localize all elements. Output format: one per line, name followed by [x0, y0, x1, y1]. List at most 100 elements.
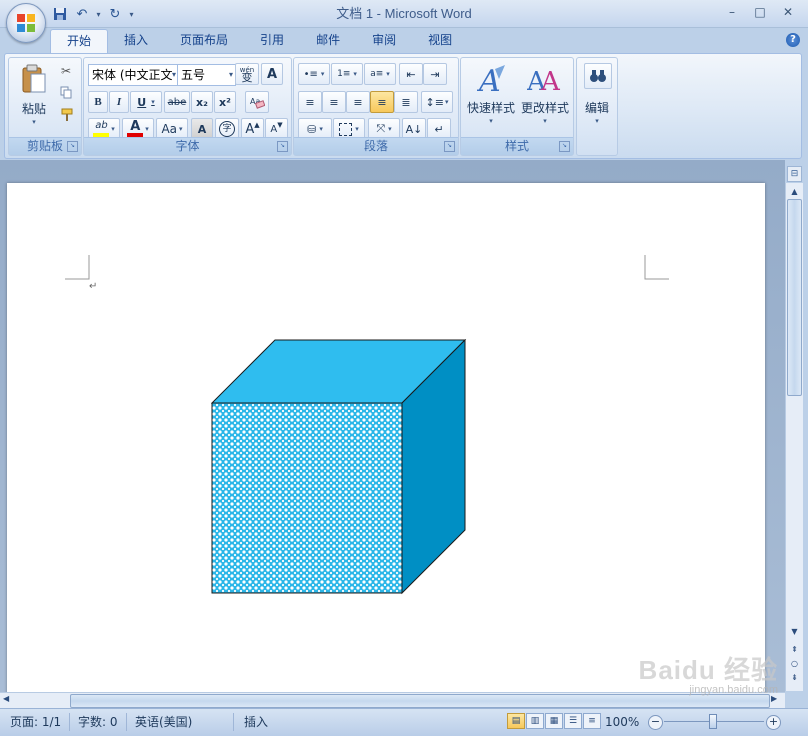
- page-count[interactable]: 页面: 1/1: [2, 713, 71, 731]
- word-count[interactable]: 字数: 0: [70, 713, 127, 731]
- scroll-up-icon[interactable]: ▲: [787, 185, 802, 199]
- font-size-combo[interactable]: 五号 ▾: [177, 64, 236, 86]
- insert-mode-indicator[interactable]: 插入: [236, 713, 282, 731]
- office-logo-icon: [17, 14, 35, 32]
- phonetic-guide-button[interactable]: wén 变: [235, 63, 259, 85]
- tab-mailings[interactable]: 邮件: [300, 29, 356, 52]
- tab-view[interactable]: 视图: [412, 29, 468, 52]
- clipboard-group: 粘贴 ▾ ✂ 剪贴板 ↘: [8, 57, 82, 156]
- vertical-scroll-thumb[interactable]: [787, 199, 802, 396]
- align-right-icon[interactable]: ≡: [346, 91, 370, 113]
- borders-icon: [339, 122, 353, 136]
- styles-launcher-icon[interactable]: ↘: [559, 141, 570, 152]
- full-screen-reading-view-icon[interactable]: ▥: [526, 713, 544, 729]
- horizontal-scroll-thumb[interactable]: [70, 694, 770, 708]
- help-icon[interactable]: ?: [786, 33, 800, 47]
- outline-view-icon[interactable]: ☰: [564, 713, 582, 729]
- strikethrough-button[interactable]: abe: [164, 91, 190, 113]
- margin-corner-top-right: [644, 255, 669, 280]
- paragraph-launcher-icon[interactable]: ↘: [444, 141, 455, 152]
- next-page-icon[interactable]: ⇟: [787, 671, 802, 685]
- line-spacing-icon: ↕≡: [425, 95, 444, 109]
- scroll-left-icon[interactable]: ◀: [3, 694, 9, 703]
- zoom-out-icon[interactable]: −: [648, 715, 663, 730]
- copy-icon[interactable]: [60, 86, 72, 99]
- font-group-label: 字体: [84, 137, 291, 155]
- svg-text:A: A: [540, 67, 561, 95]
- font-name-combo[interactable]: 宋体 (中文正文 ▾: [88, 64, 179, 86]
- document-page[interactable]: ↵: [7, 183, 765, 703]
- cube-shape[interactable]: [211, 339, 469, 597]
- clipboard-icon: [22, 64, 46, 93]
- margin-corner-top-left: [65, 255, 90, 280]
- web-layout-view-icon[interactable]: ▦: [545, 713, 563, 729]
- enclose-text: 字: [219, 121, 235, 137]
- close-button[interactable]: ✕: [774, 2, 802, 22]
- office-button[interactable]: [6, 3, 46, 43]
- tab-insert[interactable]: 插入: [108, 29, 164, 52]
- editing-label: 编辑: [584, 101, 609, 115]
- tab-references[interactable]: 引用: [244, 29, 300, 52]
- zoom-in-icon[interactable]: +: [766, 715, 781, 730]
- draft-view-icon[interactable]: ≡: [583, 713, 601, 729]
- quick-styles-button[interactable]: A 快速样式 ▾: [465, 61, 517, 131]
- bold-button[interactable]: B: [88, 91, 108, 113]
- font-size-value: 五号: [181, 68, 206, 82]
- binoculars-icon: [584, 63, 612, 89]
- grow-font-text: A: [245, 121, 255, 137]
- change-styles-icon: A A: [527, 67, 561, 95]
- format-painter-icon[interactable]: [60, 108, 74, 122]
- line-spacing-button[interactable]: ↕≡ ▾: [421, 91, 453, 113]
- paste-dropdown-icon[interactable]: ▾: [17, 118, 51, 126]
- highlighter-icon: ab: [95, 120, 108, 131]
- change-styles-button[interactable]: A A 更改样式 ▾: [519, 61, 571, 131]
- bullets-icon: •≡: [303, 68, 318, 80]
- cut-icon[interactable]: ✂: [61, 64, 71, 78]
- paste-button[interactable]: 粘贴 ▾: [17, 62, 51, 126]
- zoom-slider-thumb[interactable]: [709, 714, 717, 729]
- paste-label: 粘贴: [21, 102, 46, 116]
- align-left-icon[interactable]: ≡: [298, 91, 322, 113]
- tab-home[interactable]: 开始: [50, 29, 109, 53]
- chinese-layout-icon: ⤧: [376, 122, 386, 135]
- clear-formatting-icon[interactable]: Aa: [245, 91, 269, 113]
- multilevel-list-button[interactable]: a≡ ▾: [364, 63, 396, 85]
- tab-review[interactable]: 审阅: [356, 29, 412, 52]
- zoom-level[interactable]: 100%: [605, 713, 639, 731]
- minimize-button[interactable]: –: [718, 2, 746, 22]
- justify-icon[interactable]: ≡: [370, 91, 394, 113]
- underline-button[interactable]: U ▾: [130, 91, 162, 113]
- quick-styles-dropdown-icon[interactable]: ▾: [465, 117, 517, 125]
- italic-button[interactable]: I: [109, 91, 129, 113]
- paragraph-group: •≡ ▾ 1≡ ▾ a≡ ▾ ⇤ ⇥ ≡ ≡ ≡ ≡ ≣ ↕≡ ▾ ⛁ ▾ ▾ ⤧ ▾ A↓…: [293, 57, 459, 156]
- superscript-button[interactable]: x²: [214, 91, 236, 113]
- change-styles-dropdown-icon[interactable]: ▾: [519, 117, 571, 125]
- clipboard-launcher-icon[interactable]: ↘: [67, 141, 78, 152]
- select-browse-object-icon[interactable]: ○: [787, 657, 802, 671]
- cube-front-face: [211, 402, 403, 594]
- font-group: 宋体 (中文正文 ▾ 五号 ▾ wén 变 A B I U ▾ abe x₂ x²…: [83, 57, 292, 156]
- editing-button[interactable]: 编辑 ▾: [580, 61, 614, 133]
- decrease-indent-icon[interactable]: ⇤: [399, 63, 423, 85]
- chevron-down-icon: ▾: [228, 70, 233, 79]
- increase-indent-icon[interactable]: ⇥: [423, 63, 447, 85]
- previous-page-icon[interactable]: ⇞: [787, 643, 802, 657]
- align-center-icon[interactable]: ≡: [322, 91, 346, 113]
- ribbon: 粘贴 ▾ ✂ 剪贴板 ↘ 宋体 (中文正文 ▾ 五号 ▾ wén 变 A B I…: [4, 53, 802, 159]
- maximize-button[interactable]: □: [746, 2, 774, 22]
- view-ruler-icon[interactable]: ⊟: [787, 166, 802, 182]
- editing-group: 编辑 ▾: [576, 57, 618, 156]
- numbering-button[interactable]: 1≡ ▾: [331, 63, 363, 85]
- editing-dropdown-icon[interactable]: ▾: [580, 117, 614, 125]
- font-launcher-icon[interactable]: ↘: [277, 141, 288, 152]
- subscript-button[interactable]: x₂: [191, 91, 213, 113]
- ribbon-tabs: 开始 插入 页面布局 引用 邮件 审阅 视图: [50, 29, 468, 53]
- print-layout-view-icon[interactable]: ▤: [507, 713, 525, 729]
- bullets-button[interactable]: •≡ ▾: [298, 63, 330, 85]
- language-indicator[interactable]: 英语(美国): [127, 713, 234, 731]
- scroll-down-icon[interactable]: ▼: [787, 625, 802, 639]
- character-border-button[interactable]: A: [261, 63, 283, 85]
- tab-page-layout[interactable]: 页面布局: [164, 29, 244, 52]
- distributed-icon[interactable]: ≣: [394, 91, 418, 113]
- change-styles-label: 更改样式: [520, 101, 569, 115]
